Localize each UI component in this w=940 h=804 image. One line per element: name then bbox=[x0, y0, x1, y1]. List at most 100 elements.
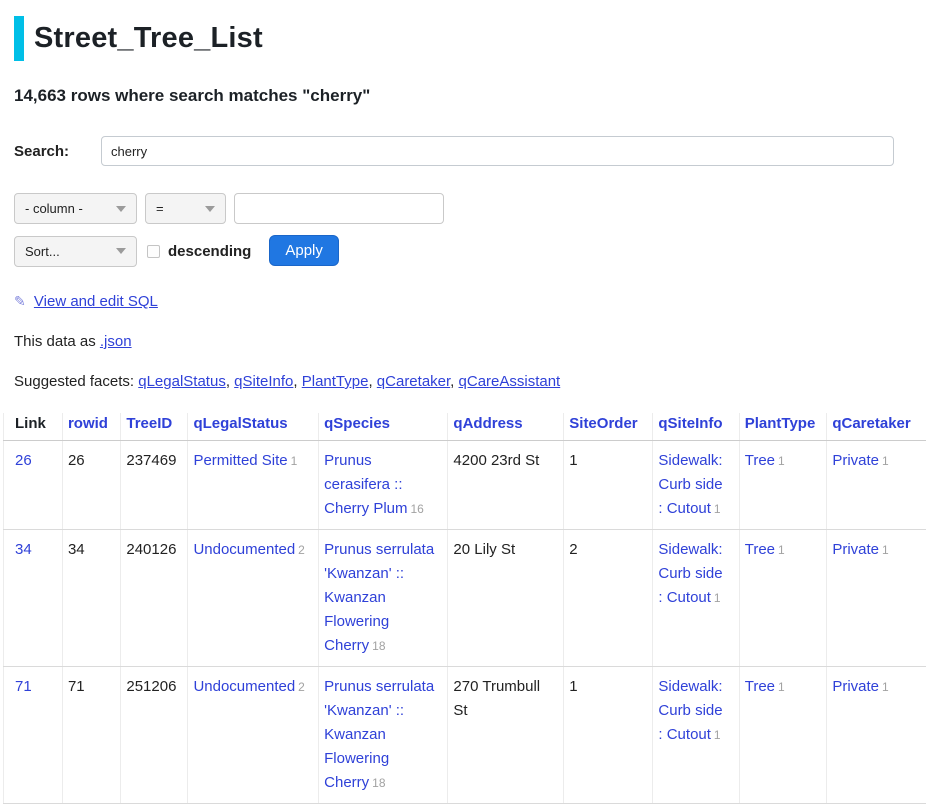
column-header-link[interactable]: qLegalStatus bbox=[193, 415, 287, 432]
site-order-cell: 1 bbox=[564, 441, 653, 530]
column-header-link[interactable]: qSiteInfo bbox=[658, 415, 722, 432]
row-detail-link[interactable]: 71 bbox=[15, 678, 32, 695]
facet-count: 2 bbox=[298, 680, 305, 694]
view-edit-sql-link[interactable]: View and edit SQL bbox=[34, 293, 158, 310]
facet-links: qLegalStatus, qSiteInfo, PlantType, qCar… bbox=[138, 373, 560, 390]
page-header: Street_Tree_List bbox=[14, 16, 926, 61]
operator-select-value: = bbox=[156, 201, 164, 216]
search-label: Search: bbox=[14, 143, 101, 160]
data-as-prefix: This data as bbox=[14, 333, 100, 350]
column-header-qCaretaker[interactable]: qCaretaker bbox=[827, 413, 926, 441]
legal-status-cell-link[interactable]: Undocumented bbox=[193, 678, 295, 695]
caretaker-cell-link[interactable]: Private bbox=[832, 678, 879, 695]
json-link[interactable]: .json bbox=[100, 333, 132, 350]
pencil-icon: ✎ bbox=[14, 293, 26, 309]
row-link: 71 bbox=[4, 667, 63, 804]
column-header-PlantType[interactable]: PlantType bbox=[739, 413, 827, 441]
legal-status-cell-link[interactable]: Undocumented bbox=[193, 541, 295, 558]
table-header-row: LinkrowidTreeIDqLegalStatusqSpeciesqAddr… bbox=[4, 413, 927, 441]
accent-bar bbox=[14, 16, 24, 61]
column-header-qSpecies[interactable]: qSpecies bbox=[319, 413, 448, 441]
chevron-down-icon bbox=[116, 248, 126, 254]
rowid-cell: 26 bbox=[62, 441, 120, 530]
column-select[interactable]: - column - bbox=[14, 193, 137, 224]
data-as-line: This data as .json bbox=[14, 333, 926, 350]
facet-link-PlantType[interactable]: PlantType bbox=[302, 373, 369, 390]
column-header-rowid[interactable]: rowid bbox=[62, 413, 120, 441]
address-cell: 270 Trumbull St bbox=[448, 667, 564, 804]
site-info-cell-link[interactable]: Sidewalk: Curb side : Cutout bbox=[658, 678, 722, 743]
sql-link-line: ✎ View and edit SQL bbox=[14, 293, 926, 310]
site-info-cell: Sidewalk: Curb side : Cutout1 bbox=[653, 530, 739, 667]
apply-button[interactable]: Apply bbox=[269, 235, 339, 266]
plant-type-cell-link[interactable]: Tree bbox=[745, 678, 775, 695]
row-detail-link[interactable]: 26 bbox=[15, 452, 32, 469]
row-detail-link[interactable]: 34 bbox=[15, 541, 32, 558]
chevron-down-icon bbox=[116, 206, 126, 212]
column-header-qSiteInfo[interactable]: qSiteInfo bbox=[653, 413, 739, 441]
row-count-summary: 14,663 rows where search matches "cherry… bbox=[14, 86, 926, 106]
site-info-cell-link[interactable]: Sidewalk: Curb side : Cutout bbox=[658, 452, 722, 517]
species-cell-link[interactable]: Prunus cerasifera :: Cherry Plum bbox=[324, 452, 407, 517]
column-header-link[interactable]: TreeID bbox=[126, 415, 172, 432]
column-header-SiteOrder[interactable]: SiteOrder bbox=[564, 413, 653, 441]
column-header-link[interactable]: rowid bbox=[68, 415, 108, 432]
site-order-cell: 1 bbox=[564, 667, 653, 804]
sort-select[interactable]: Sort... bbox=[14, 236, 137, 267]
facet-link-qSiteInfo[interactable]: qSiteInfo bbox=[234, 373, 293, 390]
species-cell-link[interactable]: Prunus serrulata 'Kwanzan' :: Kwanzan Fl… bbox=[324, 678, 434, 791]
facet-count: 2 bbox=[298, 543, 305, 557]
facet-count: 1 bbox=[882, 543, 889, 557]
facet-count: 1 bbox=[778, 454, 785, 468]
table-body: 2626237469Permitted Site1Prunus cerasife… bbox=[4, 441, 927, 804]
site-info-cell-link[interactable]: Sidewalk: Curb side : Cutout bbox=[658, 541, 722, 606]
column-header-TreeID[interactable]: TreeID bbox=[121, 413, 188, 441]
page-title: Street_Tree_List bbox=[34, 22, 263, 55]
column-header-qLegalStatus[interactable]: qLegalStatus bbox=[188, 413, 319, 441]
facet-count: 1 bbox=[714, 728, 721, 742]
caretaker-cell: Private1 bbox=[827, 441, 926, 530]
descending-checkbox[interactable] bbox=[147, 245, 160, 258]
caretaker-cell-link[interactable]: Private bbox=[832, 541, 879, 558]
table-row: 3434240126Undocumented2Prunus serrulata … bbox=[4, 530, 927, 667]
facet-count: 1 bbox=[778, 680, 785, 694]
facet-count: 1 bbox=[714, 591, 721, 605]
facet-count: 1 bbox=[778, 543, 785, 557]
caretaker-cell-link[interactable]: Private bbox=[832, 452, 879, 469]
column-header-link[interactable]: qAddress bbox=[453, 415, 522, 432]
descending-label[interactable]: descending bbox=[168, 243, 251, 260]
species-cell: Prunus cerasifera :: Cherry Plum16 bbox=[319, 441, 448, 530]
facet-link-qCareAssistant[interactable]: qCareAssistant bbox=[459, 373, 561, 390]
column-header-link[interactable]: SiteOrder bbox=[569, 415, 637, 432]
column-header-link[interactable]: PlantType bbox=[745, 415, 816, 432]
facet-count: 1 bbox=[714, 502, 721, 516]
species-cell: Prunus serrulata 'Kwanzan' :: Kwanzan Fl… bbox=[319, 667, 448, 804]
plant-type-cell-link[interactable]: Tree bbox=[745, 541, 775, 558]
facet-link-qLegalStatus[interactable]: qLegalStatus bbox=[138, 373, 226, 390]
address-cell: 20 Lily St bbox=[448, 530, 564, 667]
site-info-cell: Sidewalk: Curb side : Cutout1 bbox=[653, 667, 739, 804]
plant-type-cell-link[interactable]: Tree bbox=[745, 452, 775, 469]
table-row: 2626237469Permitted Site1Prunus cerasife… bbox=[4, 441, 927, 530]
column-header-qAddress[interactable]: qAddress bbox=[448, 413, 564, 441]
operator-select[interactable]: = bbox=[145, 193, 226, 224]
search-row: Search: bbox=[14, 136, 926, 166]
search-input[interactable] bbox=[101, 136, 894, 166]
facet-link-qCaretaker[interactable]: qCaretaker bbox=[377, 373, 450, 390]
caretaker-cell: Private1 bbox=[827, 667, 926, 804]
row-link: 34 bbox=[4, 530, 63, 667]
column-header-link[interactable]: qSpecies bbox=[324, 415, 390, 432]
legal-status-cell-link[interactable]: Permitted Site bbox=[193, 452, 287, 469]
plant-type-cell: Tree1 bbox=[739, 667, 827, 804]
filter-value-input[interactable] bbox=[234, 193, 444, 224]
legal-status-cell: Undocumented2 bbox=[188, 667, 319, 804]
table-row: 7171251206Undocumented2Prunus serrulata … bbox=[4, 667, 927, 804]
rowid-cell: 34 bbox=[62, 530, 120, 667]
column-header-link[interactable]: qCaretaker bbox=[832, 415, 910, 432]
species-cell-link[interactable]: Prunus serrulata 'Kwanzan' :: Kwanzan Fl… bbox=[324, 541, 434, 654]
sort-row: Sort... descending Apply bbox=[14, 235, 926, 267]
treeid-cell: 251206 bbox=[121, 667, 188, 804]
plant-type-cell: Tree1 bbox=[739, 530, 827, 667]
caretaker-cell: Private1 bbox=[827, 530, 926, 667]
legal-status-cell: Permitted Site1 bbox=[188, 441, 319, 530]
